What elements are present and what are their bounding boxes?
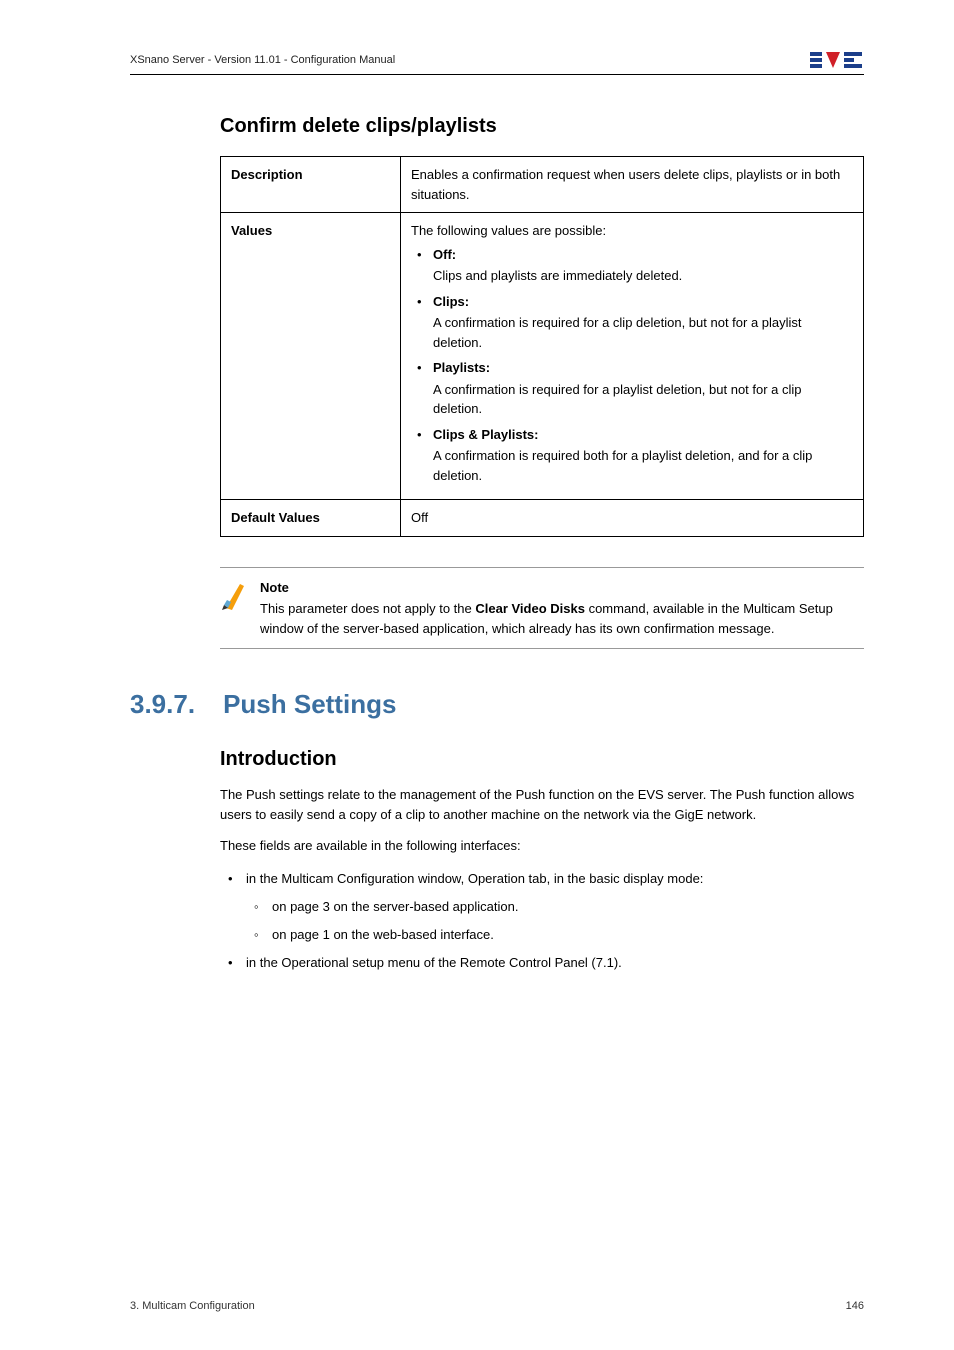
table-row: Default Values Off (221, 500, 864, 537)
value-desc: A confirmation is required for a playlis… (433, 380, 853, 419)
header-bar: XSnano Server - Version 11.01 - Configur… (130, 50, 864, 75)
chapter-title: Push Settings (223, 689, 396, 720)
note-text-pre: This parameter does not apply to the (260, 601, 475, 616)
sub-list: on page 3 on the server-based applicatio… (246, 896, 864, 946)
note-body: Note This parameter does not apply to th… (260, 578, 856, 639)
value-desc: A confirmation is required for a clip de… (433, 313, 853, 352)
list-item: on page 1 on the web-based interface. (246, 924, 864, 946)
doc-title: XSnano Server - Version 11.01 - Configur… (130, 54, 395, 66)
chapter-heading: 3.9.7. Push Settings (130, 689, 864, 720)
note-icon (220, 578, 248, 639)
interfaces-list: in the Multicam Configuration window, Op… (220, 868, 864, 974)
cell-label-default: Default Values (221, 500, 401, 537)
intro-paragraph-1: The Push settings relate to the manageme… (220, 785, 864, 824)
cell-value-description: Enables a confirmation request when user… (401, 157, 864, 213)
value-desc: Clips and playlists are immediately dele… (433, 266, 853, 286)
cell-label-description: Description (221, 157, 401, 213)
list-item: on page 3 on the server-based applicatio… (246, 896, 864, 918)
list-item-text: in the Multicam Configuration window, Op… (246, 871, 703, 886)
list-item: Clips & Playlists: A confirmation is req… (411, 425, 853, 486)
values-list: Off: Clips and playlists are immediately… (411, 245, 853, 486)
value-name: Clips: (433, 292, 853, 312)
confirm-delete-table: Description Enables a confirmation reque… (220, 156, 864, 537)
list-item: in the Operational setup menu of the Rem… (220, 952, 864, 974)
footer-left: 3. Multicam Configuration (130, 1300, 255, 1312)
introduction-heading: Introduction (220, 748, 864, 771)
footer: 3. Multicam Configuration 146 (130, 1300, 864, 1312)
value-name: Off: (433, 245, 853, 265)
value-name: Clips & Playlists: (433, 425, 853, 445)
footer-page-number: 146 (846, 1300, 864, 1312)
chapter-number: 3.9.7. (130, 689, 195, 720)
value-desc: A confirmation is required both for a pl… (433, 446, 853, 485)
note-title: Note (260, 578, 856, 598)
cell-value-values: The following values are possible: Off: … (401, 213, 864, 500)
list-item: Playlists: A confirmation is required fo… (411, 358, 853, 419)
values-intro: The following values are possible: (411, 221, 853, 241)
note-block: Note This parameter does not apply to th… (220, 567, 864, 650)
cell-label-values: Values (221, 213, 401, 500)
list-item: Clips: A confirmation is required for a … (411, 292, 853, 353)
table-row: Values The following values are possible… (221, 213, 864, 500)
confirm-delete-heading: Confirm delete clips/playlists (220, 115, 864, 138)
cell-value-default: Off (401, 500, 864, 537)
intro-paragraph-2: These fields are available in the follow… (220, 836, 864, 856)
list-item: Off: Clips and playlists are immediately… (411, 245, 853, 286)
value-name: Playlists: (433, 358, 853, 378)
table-row: Description Enables a confirmation reque… (221, 157, 864, 213)
note-text-bold: Clear Video Disks (475, 601, 585, 616)
list-item: in the Multicam Configuration window, Op… (220, 868, 864, 946)
evs-logo (810, 50, 864, 70)
